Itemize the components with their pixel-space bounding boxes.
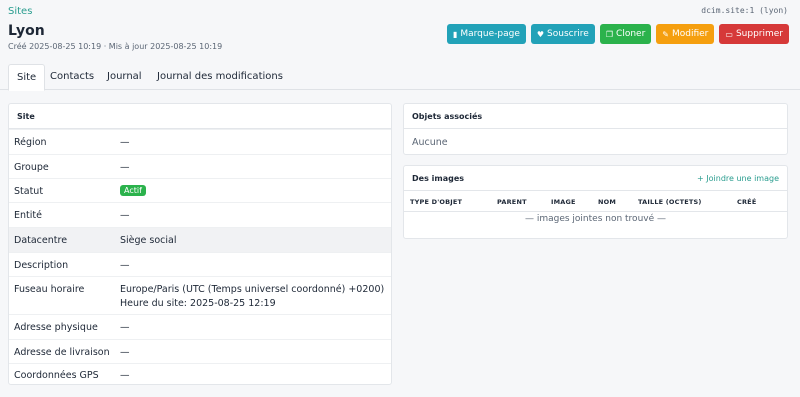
clone-label: Cloner [616, 29, 646, 39]
row-value[interactable]: Siège social [120, 235, 177, 246]
action-toolbar: ▮ Marque-page ♥ Souscrire ❐ Cloner ✎ Mod… [446, 24, 789, 44]
row-label: Groupe [14, 162, 49, 173]
images-card: Des images + Joindre une image TYPE D'OB… [403, 165, 788, 239]
object-id: dcim.site:1 (lyon) [701, 6, 788, 15]
row-label: Coordonnées GPS [14, 370, 99, 381]
attach-image-label: Joindre une image [706, 174, 779, 183]
row-timezone: Fuseau horaire Europe/Paris (UTC (Temps … [9, 276, 391, 314]
related-objects-header: Objets associés [404, 104, 787, 129]
column-header[interactable]: IMAGE [551, 198, 576, 206]
row-value: — [120, 322, 130, 333]
related-objects-card: Objets associés Aucune [403, 103, 788, 155]
breadcrumb[interactable]: Sites [8, 6, 32, 17]
bookmark-label: Marque-page [460, 29, 520, 39]
site-card: Site Région — Groupe — Statut Actif Enti… [8, 103, 392, 385]
row-region: Région — [9, 129, 391, 154]
row-shipping-address: Adresse de livraison — [9, 339, 391, 363]
row-label: Adresse physique [14, 322, 98, 333]
copy-icon: ❐ [605, 29, 614, 39]
attach-image-link[interactable]: + Joindre une image [697, 166, 779, 191]
tab-changelog[interactable]: Journal des modifications [157, 64, 283, 90]
column-header[interactable]: NOM [598, 198, 616, 206]
images-table-header: TYPE D'OBJET PARENT IMAGE NOM TAILLE (OC… [404, 192, 787, 212]
row-label: Fuseau horaire [14, 284, 85, 295]
pencil-icon: ✎ [662, 29, 669, 39]
plus-icon: + [697, 174, 704, 183]
bookmark-icon: ▮ [452, 29, 458, 39]
tab-site[interactable]: Site [8, 64, 46, 91]
row-label: Entité [14, 210, 42, 221]
tab-bar: Site Contacts Journal Journal des modifi… [0, 64, 800, 91]
row-value: Europe/Paris (UTC (Temps universel coord… [120, 284, 385, 295]
row-physical-address: Adresse physique — [9, 314, 391, 339]
column-header[interactable]: TAILLE (OCTETS) [638, 198, 702, 206]
row-label: Région [14, 137, 47, 148]
subscribe-label: Souscrire [547, 29, 589, 39]
row-gps: Coordonnées GPS — [9, 363, 391, 385]
row-label: Statut [14, 186, 44, 197]
row-group: Groupe — [9, 154, 391, 178]
row-label: Datacentre [14, 235, 68, 246]
row-label: Description [14, 260, 69, 271]
subscribe-button[interactable]: ♥ Souscrire [530, 24, 595, 44]
column-header[interactable]: CRÉÉ [737, 198, 756, 206]
site-card-header: Site [9, 104, 391, 129]
tab-journal[interactable]: Journal [107, 64, 142, 90]
row-value: — [120, 137, 130, 148]
row-value: — [120, 210, 130, 221]
page-meta: Créé 2025-08-25 10:19 · Mis à jour 2025-… [8, 42, 223, 51]
edit-button[interactable]: ✎ Modifier [656, 24, 715, 44]
edit-label: Modifier [671, 29, 709, 39]
trash-icon: ▭ [725, 29, 733, 39]
row-value: — [120, 162, 130, 173]
row-status: Statut Actif [9, 178, 391, 202]
row-description: Description — [9, 252, 391, 276]
column-header[interactable]: PARENT [497, 198, 527, 206]
bell-icon: ♥ [536, 29, 545, 39]
clone-button[interactable]: ❐ Cloner [599, 24, 652, 44]
delete-label: Supprimer [735, 29, 783, 39]
row-value: — [120, 370, 130, 381]
images-empty-text: — images jointes non trouvé — [524, 214, 666, 224]
page-title: Lyon [8, 23, 45, 39]
row-datacenter: Datacentre Siège social [9, 227, 391, 252]
row-value: — [120, 347, 130, 358]
bookmark-button[interactable]: ▮ Marque-page [446, 24, 526, 44]
status-badge: Actif [120, 185, 146, 196]
column-header[interactable]: TYPE D'OBJET [410, 198, 462, 206]
related-empty-text: Aucune [412, 137, 448, 148]
row-value: — [120, 260, 130, 271]
row-tenant: Entité — [9, 202, 391, 227]
site-time: Heure du site: 2025-08-25 12:19 [120, 298, 276, 309]
tab-contacts[interactable]: Contacts [50, 64, 94, 90]
row-label: Adresse de livraison [14, 347, 110, 358]
delete-button[interactable]: ▭ Supprimer [719, 24, 789, 44]
